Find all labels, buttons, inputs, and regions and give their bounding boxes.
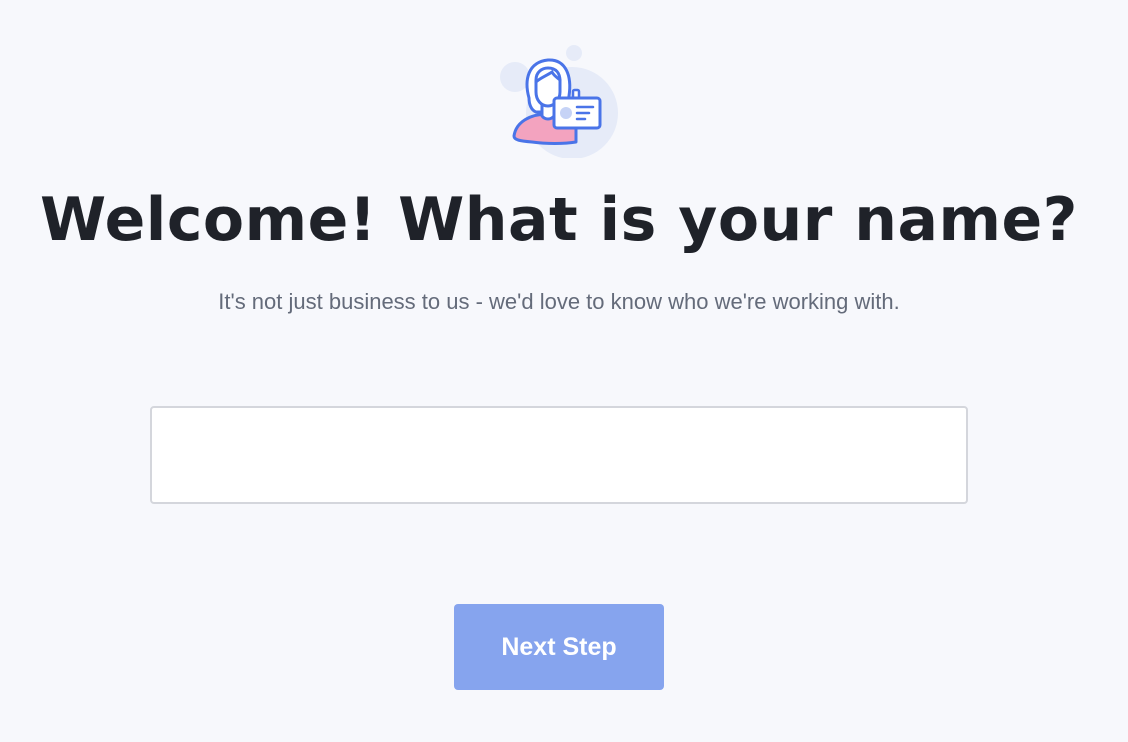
page-title: Welcome! What is your name? [40,185,1078,255]
next-step-button[interactable]: Next Step [454,604,664,690]
person-with-id-badge-icon [496,40,624,159]
page-subtitle: It's not just business to us - we'd love… [218,289,900,314]
onboarding-page: Welcome! What is your name? It's not jus… [0,0,1128,742]
name-input[interactable] [150,406,968,504]
